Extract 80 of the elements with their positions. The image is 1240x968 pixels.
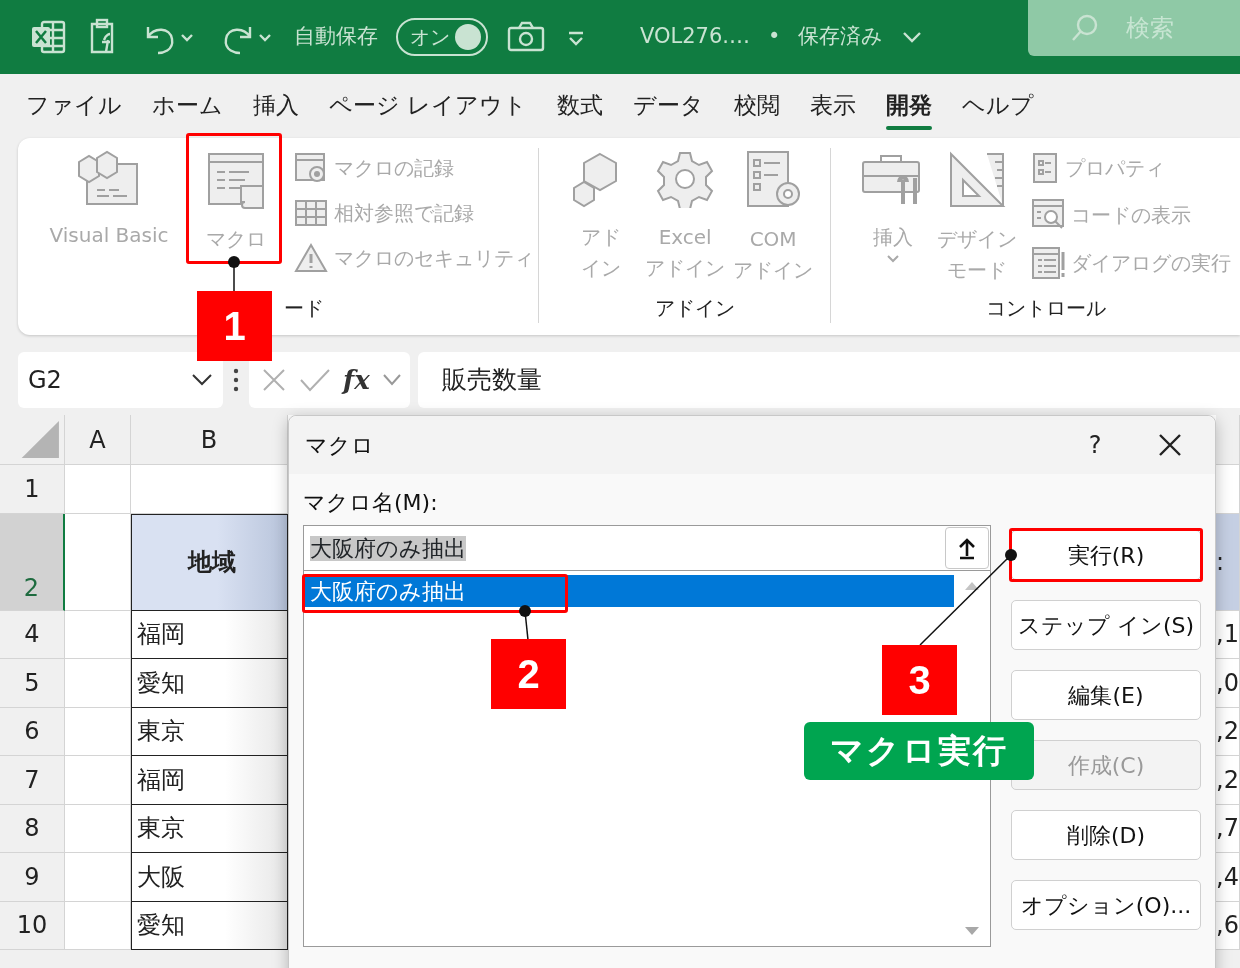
properties-icon bbox=[1030, 152, 1059, 184]
ribbon-tab[interactable]: データ bbox=[621, 81, 717, 129]
row-header[interactable]: 1 bbox=[0, 465, 65, 514]
cancel-icon[interactable] bbox=[261, 367, 287, 393]
search-icon bbox=[1070, 13, 1100, 43]
row-header[interactable]: 4 bbox=[0, 610, 65, 659]
row-header[interactable]: 10 bbox=[0, 901, 65, 950]
help-button[interactable]: ? bbox=[1065, 426, 1125, 464]
group-label: コントロール bbox=[985, 295, 1108, 322]
ribbon-tab[interactable]: 表示 bbox=[798, 81, 869, 129]
chevron-down-icon[interactable] bbox=[381, 373, 402, 387]
row-header[interactable]: 6 bbox=[0, 707, 65, 756]
dialog-button[interactable]: 実行(R) bbox=[1011, 530, 1201, 580]
dialog-button[interactable]: 編集(E) bbox=[1011, 670, 1201, 720]
table-cell: 地域 bbox=[131, 513, 288, 611]
group-label: ード bbox=[283, 295, 325, 322]
macro-name-field[interactable]: 大阪府のみ抽出 bbox=[303, 525, 991, 571]
more-options-icon[interactable] bbox=[231, 366, 241, 394]
table-cell bbox=[65, 465, 131, 514]
scroll-up-icon[interactable] bbox=[964, 581, 980, 591]
close-icon bbox=[1157, 432, 1183, 458]
warning-icon bbox=[294, 242, 328, 274]
dialog-button[interactable]: 削除(D) bbox=[1011, 810, 1201, 860]
step-number: 1 bbox=[197, 291, 272, 361]
row-header[interactable]: 8 bbox=[0, 804, 65, 853]
autosave-toggle[interactable]: オン bbox=[396, 18, 488, 56]
ribbon-tab[interactable]: 校閲 bbox=[722, 81, 793, 129]
table-cell: 大阪 bbox=[131, 853, 288, 902]
dialog-title: マクロ bbox=[305, 431, 374, 460]
row-header[interactable]: 5 bbox=[0, 659, 65, 708]
table-cell: 東京 bbox=[131, 707, 288, 756]
group-label: アドイン bbox=[654, 295, 737, 322]
camera-icon[interactable] bbox=[506, 20, 546, 54]
table-cell: 愛知 bbox=[131, 659, 288, 708]
row-header[interactable]: 7 bbox=[0, 756, 65, 805]
ribbon-tab[interactable]: 数式 bbox=[545, 81, 616, 129]
collapse-button[interactable] bbox=[945, 527, 989, 569]
column-header[interactable]: A bbox=[65, 415, 131, 465]
bullet-separator: • bbox=[768, 23, 781, 51]
step-number: 3 bbox=[882, 645, 957, 715]
list-gear-icon bbox=[744, 150, 803, 210]
ribbon-tab[interactable]: 挿入 bbox=[241, 81, 311, 129]
ribbon-tab[interactable]: ヘルプ bbox=[950, 81, 1047, 129]
table-cell: 東京 bbox=[131, 804, 288, 853]
name-box[interactable]: G2 bbox=[18, 352, 223, 408]
grid-icon bbox=[294, 198, 328, 228]
ribbon-tab[interactable]: ページ レイアウト bbox=[317, 81, 540, 129]
chevron-down-icon bbox=[191, 373, 213, 387]
file-name: VOL276.… bbox=[640, 23, 750, 51]
gear-icon bbox=[656, 150, 715, 208]
table-cell: : bbox=[1216, 513, 1240, 611]
upload-arrow-icon bbox=[957, 536, 977, 560]
ribbon-tab[interactable]: ファイル bbox=[14, 81, 134, 129]
row-header[interactable]: 9 bbox=[0, 853, 65, 902]
table-cell: 福岡 bbox=[131, 756, 288, 805]
row-header[interactable]: 2 bbox=[0, 513, 65, 611]
column-header[interactable]: B bbox=[131, 415, 288, 465]
spreadsheet-logo-icon bbox=[30, 19, 66, 55]
step-number: 2 bbox=[491, 639, 566, 709]
dialog-button[interactable]: ステップ イン(S) bbox=[1011, 600, 1201, 650]
macro-list-item[interactable]: 大阪府のみ抽出 bbox=[304, 575, 954, 607]
code-window-icon bbox=[77, 150, 141, 206]
scroll-down-icon[interactable] bbox=[964, 926, 980, 936]
formula-field[interactable]: 販売数量 bbox=[417, 352, 1240, 408]
dialog-button[interactable]: オプション(O)... bbox=[1011, 880, 1201, 930]
table-cell: 福岡 bbox=[131, 610, 288, 659]
ribbon-tab[interactable]: ホーム bbox=[140, 81, 235, 129]
document-scroll-icon bbox=[205, 150, 267, 210]
caption-label: マクロ実行 bbox=[804, 722, 1034, 780]
record-icon bbox=[294, 152, 328, 184]
field-label: マクロ名(M): bbox=[303, 489, 439, 517]
dialog-icon bbox=[1030, 246, 1065, 280]
table-cell: 愛知 bbox=[131, 901, 288, 950]
ribbon-tab[interactable]: 開発 bbox=[874, 81, 945, 129]
insert-function-button[interactable]: fx bbox=[343, 360, 370, 400]
save-status: 保存済み bbox=[798, 23, 884, 51]
autosave-label: 自動保存 bbox=[294, 23, 378, 51]
leader-line bbox=[228, 256, 240, 292]
leader-line bbox=[519, 605, 531, 641]
check-icon[interactable] bbox=[299, 367, 331, 393]
